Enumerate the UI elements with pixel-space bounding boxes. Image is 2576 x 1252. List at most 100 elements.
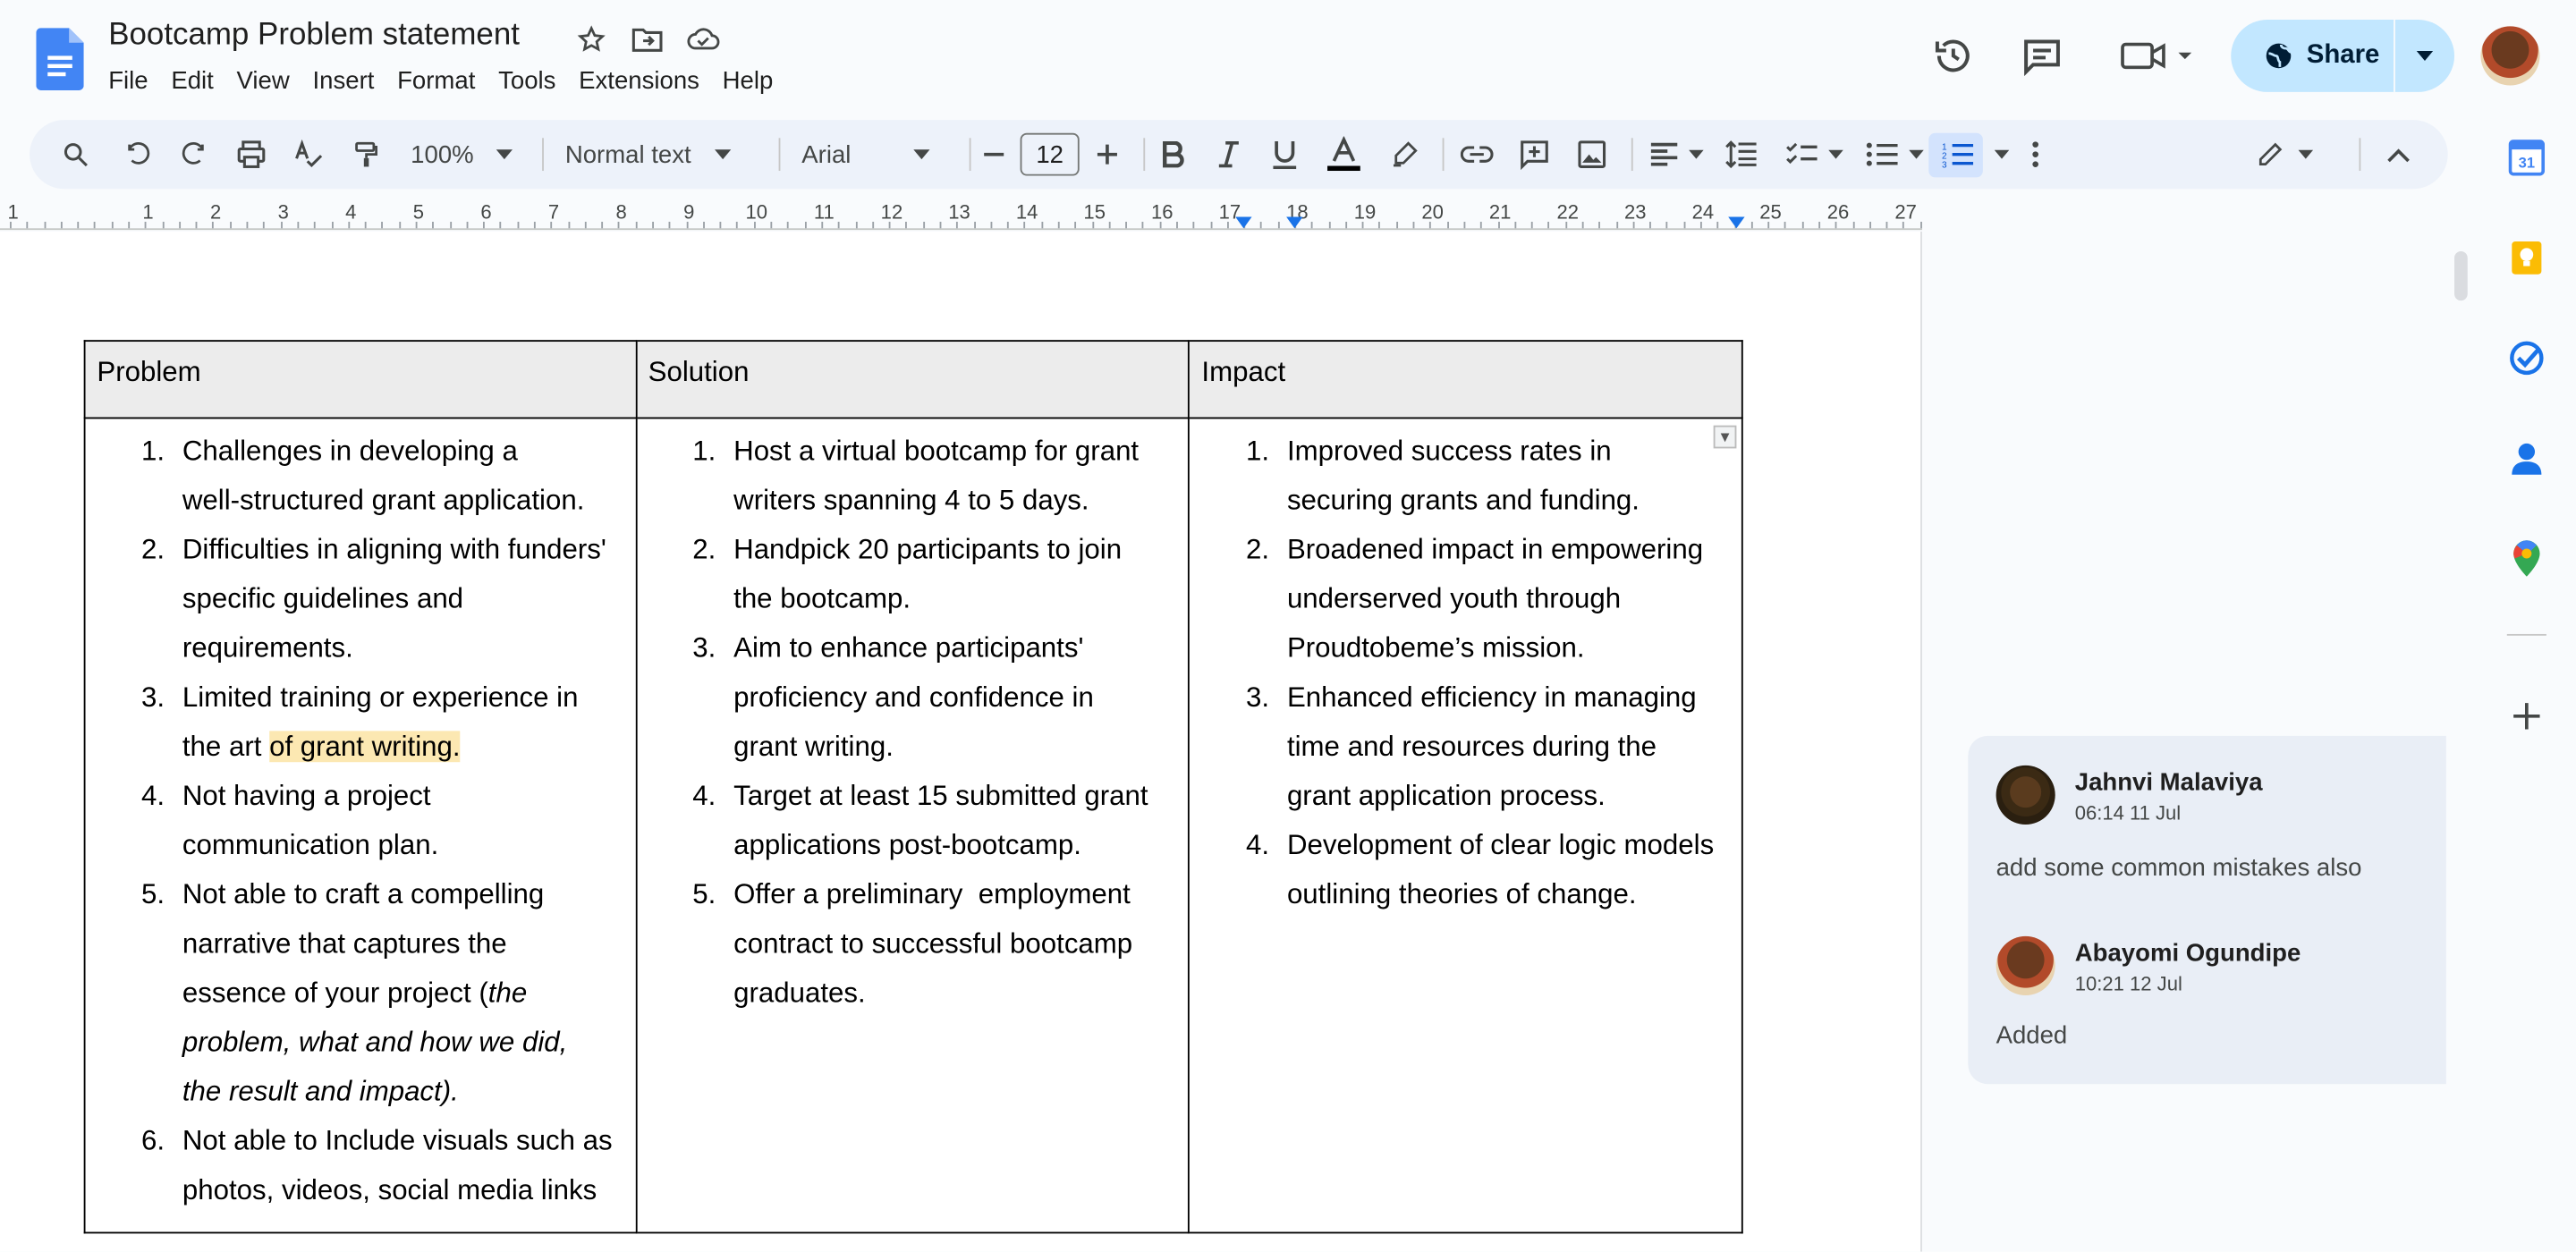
ruler-number: 15 [1083,200,1106,224]
list-item[interactable]: 2. Difficulties in aligning with funders'… [97,526,623,673]
comment-thread[interactable]: Jahnvi Malaviya 06:14 11 Jul add some co… [1968,735,2446,1085]
hide-menus-icon[interactable] [2379,120,2419,189]
spellcheck-icon[interactable] [289,120,328,189]
side-panel-divider [2506,633,2546,636]
menu-file[interactable]: File [108,67,159,95]
version-history-icon[interactable] [1930,33,1976,79]
commented-highlight[interactable]: of grant writing. [269,731,461,763]
list-item[interactable]: 4. Not having a project communication plan… [97,772,623,870]
list-item[interactable]: 2. Handpick 20 participants to join the bo… [648,526,1177,624]
checklist-select[interactable] [1781,120,1846,189]
contacts-icon[interactable] [2507,438,2546,478]
redo-icon[interactable] [174,120,214,189]
header-cell-impact[interactable]: Impact [1188,340,1743,419]
menu-view[interactable]: View [237,67,301,95]
docs-logo-icon[interactable] [36,28,84,91]
calendar-icon[interactable]: 31 [2507,138,2546,177]
document-title[interactable]: Bootcamp Problem statement [108,18,520,54]
menu-format[interactable]: Format [397,67,487,95]
comments-icon[interactable] [2019,33,2064,79]
indent-marker-icon[interactable] [1235,216,1252,229]
zoom-select[interactable]: 100% [404,120,530,189]
ruler-tick [1514,221,1516,229]
avatar [1996,935,2055,996]
move-folder-icon[interactable] [631,23,664,56]
document-page[interactable]: Problem Solution Impact 1. Challenges in … [0,231,1922,1252]
bulleted-list-select[interactable] [1861,120,1927,189]
meet-icon[interactable] [2116,33,2195,79]
bold-icon[interactable] [1153,120,1192,189]
ruler-number: 10 [745,200,768,224]
list-item[interactable]: 3. Limited training or experience in the a… [97,673,623,772]
problem-cell[interactable]: 1. Challenges in developing a well-structu… [83,417,637,1234]
cloud-saved-icon[interactable] [687,23,720,56]
ruler-number: 7 [547,200,560,224]
globe-icon [2266,43,2292,69]
impact-cell[interactable]: ▼ 1. Improved success rates in securing gr… [1188,417,1743,1234]
line-spacing-icon[interactable] [1722,120,1761,189]
list-item[interactable]: 4. Development of clear logic models outli… [1201,821,1730,919]
list-item[interactable]: 1. Host a virtual bootcamp for grant write… [648,427,1177,526]
menu-edit[interactable]: Edit [171,67,225,95]
menu-insert[interactable]: Insert [312,67,386,95]
header-cell-problem[interactable]: Problem [83,340,637,419]
header-cell-solution[interactable]: Solution [634,340,1191,419]
ruler-tick [1192,221,1195,229]
ruler-number: 23 [1624,200,1647,224]
list-line: Improved success rates in [1286,435,1612,467]
share-button[interactable]: Share [2231,20,2455,92]
align-select[interactable] [1645,120,1707,189]
insert-link-icon[interactable] [1457,120,1496,189]
ruler-tick [1142,221,1145,229]
add-addon-icon[interactable] [2507,697,2546,736]
font-select[interactable]: Arial [801,120,949,189]
add-comment-icon[interactable] [1514,120,1554,189]
highlight-color-icon[interactable] [1385,120,1424,189]
solution-cell[interactable]: 1. Host a virtual bootcamp for grant write… [634,417,1191,1234]
toolbar-divider [1143,138,1146,172]
italic-icon[interactable] [1209,120,1249,189]
problem-solution-table[interactable]: Problem Solution Impact 1. Challenges in … [83,340,1743,1234]
menu-tools[interactable]: Tools [498,67,567,95]
ruler-number: 1 [142,200,154,224]
text-color-icon[interactable] [1323,120,1366,189]
account-avatar[interactable] [2480,26,2540,86]
print-icon[interactable] [232,120,271,189]
indent-marker-icon[interactable] [1286,216,1303,229]
list-item[interactable]: 3. Enhanced efficiency in managing time an… [1201,673,1730,821]
decrease-font-size-icon[interactable] [978,120,1011,189]
tasks-icon[interactable] [2507,338,2546,377]
list-item[interactable]: 1. Challenges in developing a well-structu… [97,427,623,526]
list-item[interactable]: 2. Broadened impact in empowering underser… [1201,526,1730,673]
list-item[interactable]: 1. Improved success rates in securing gran… [1201,427,1730,526]
numbered-list-select[interactable]: 123 [1936,120,2014,189]
list-item[interactable]: 5. Offer a preliminary employment contract… [648,870,1177,1018]
insert-image-icon[interactable] [1572,120,1612,189]
ruler[interactable]: 1 1 2 3 4 5 6 7 8 9 10 11 12 13 14 15 16 17 18 19 20 21 22 23 24… [0,200,1922,231]
ruler-tick [178,221,181,229]
list-item[interactable]: 6. Not able to Include visuals such as pho… [97,1117,623,1215]
ruler-tick [1007,221,1009,229]
style-select[interactable]: Normal text [565,120,759,189]
font-size-input[interactable]: 12 [1020,132,1080,176]
keep-icon[interactable] [2507,238,2546,277]
search-menus-icon[interactable] [55,120,95,189]
underline-icon[interactable] [1265,120,1304,189]
ruler-tick [263,221,266,229]
increase-font-size-icon[interactable] [1091,120,1124,189]
menu-help[interactable]: Help [723,67,785,95]
indent-marker-icon[interactable] [1728,216,1745,229]
undo-icon[interactable] [118,120,157,189]
scrollbar-thumb[interactable] [2454,251,2468,301]
menu-extensions[interactable]: Extensions [579,67,711,95]
maps-icon[interactable] [2507,538,2546,578]
more-options-icon[interactable] [2019,120,2052,189]
list-item[interactable]: 4. Target at least 15 submitted grant appl… [648,772,1177,870]
share-dropdown-icon[interactable] [2395,20,2454,92]
paint-format-icon[interactable] [347,120,386,189]
list-item[interactable]: 3. Aim to enhance participants' proficienc… [648,624,1177,772]
editing-mode-select[interactable] [2248,120,2320,189]
list-item[interactable]: 5. Not able to craft a compelling narrativ… [97,870,623,1117]
share-main-button[interactable]: Share [2231,20,2395,92]
star-icon[interactable] [575,23,608,56]
